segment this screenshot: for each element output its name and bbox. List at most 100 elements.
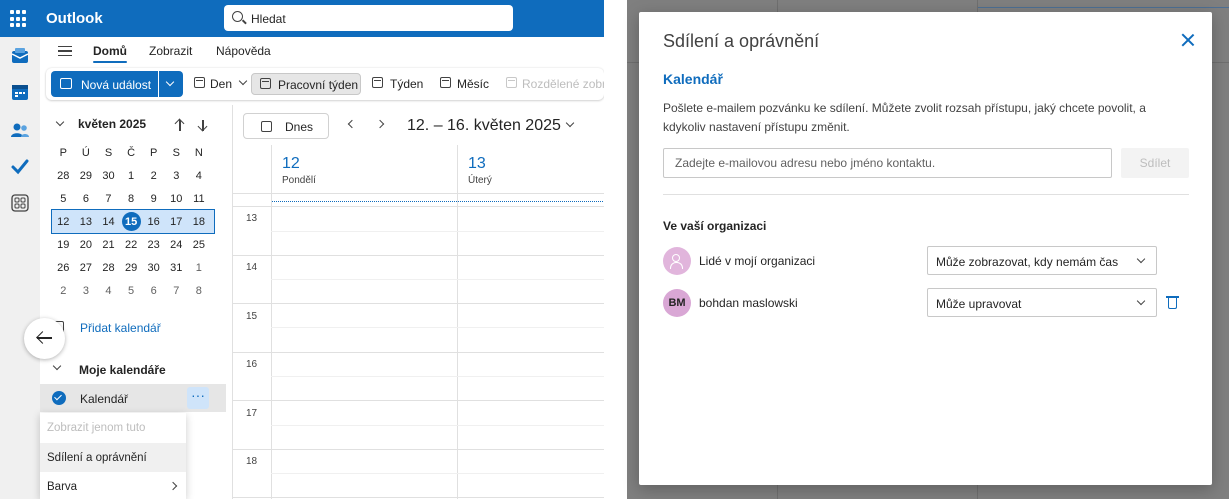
day-cell[interactable]: 1: [120, 170, 143, 182]
apps-icon[interactable]: [10, 193, 30, 213]
day-cell[interactable]: 25: [188, 239, 211, 251]
day-cell[interactable]: 2: [142, 170, 165, 182]
chevron-left-icon[interactable]: [347, 119, 357, 129]
today-cell[interactable]: 15: [120, 211, 143, 231]
more-options-button[interactable]: ···: [187, 387, 209, 409]
day-cell[interactable]: 8: [120, 193, 143, 205]
day-cell[interactable]: 31: [165, 262, 188, 274]
close-icon[interactable]: [1180, 32, 1196, 48]
menu-item-sharing-permissions[interactable]: Sdílení a oprávnění: [40, 443, 186, 472]
day-cell[interactable]: 6: [142, 285, 165, 297]
day-cell[interactable]: 8: [188, 285, 211, 297]
day-cell[interactable]: 3: [165, 170, 188, 182]
permission-select[interactable]: Může zobrazovat, kdy nemám čas: [927, 246, 1157, 275]
day-cell[interactable]: 9: [142, 193, 165, 205]
chevron-down-icon: [238, 76, 248, 86]
day-cell[interactable]: 21: [97, 239, 120, 251]
arrow-up-icon[interactable]: [175, 119, 185, 131]
day-cell[interactable]: 7: [165, 285, 188, 297]
day-cell[interactable]: 5: [52, 193, 75, 205]
day-cell[interactable]: 2: [52, 285, 75, 297]
permission-select[interactable]: Může upravovat: [927, 288, 1157, 317]
hamburger-icon[interactable]: [58, 46, 72, 56]
trash-icon[interactable]: [1166, 295, 1179, 310]
today-button[interactable]: Dnes: [243, 113, 329, 139]
day-cell[interactable]: 23: [142, 239, 165, 251]
app-launcher-icon[interactable]: [10, 10, 28, 28]
calendar-add-icon: [60, 78, 72, 89]
day-cell[interactable]: 10: [165, 193, 188, 205]
calendar-icon[interactable]: [10, 82, 30, 102]
weekday: P: [59, 146, 67, 159]
view-work-week-button[interactable]: Pracovní týden: [251, 73, 361, 95]
checkmark-icon[interactable]: [52, 391, 66, 405]
search-placeholder: Hledat: [251, 12, 286, 26]
day-cell[interactable]: 16: [142, 216, 165, 228]
day-cell[interactable]: 29: [75, 170, 98, 182]
todo-icon[interactable]: [10, 157, 30, 177]
day-cell[interactable]: 30: [142, 262, 165, 274]
arrow-down-icon[interactable]: [198, 119, 208, 131]
day-header[interactable]: 12 Pondělí: [271, 145, 457, 193]
day-cell[interactable]: 24: [165, 239, 188, 251]
chevron-right-icon[interactable]: [375, 119, 385, 129]
date-range-title[interactable]: 12. – 16. květen 2025: [407, 117, 561, 135]
tab-view[interactable]: Zobrazit: [149, 44, 192, 58]
email-field[interactable]: [664, 149, 1111, 177]
view-day-button[interactable]: Den: [194, 73, 250, 95]
people-icon[interactable]: [10, 120, 30, 140]
weekday: N: [194, 146, 203, 159]
day-cell[interactable]: 12: [52, 216, 75, 228]
new-event-dropdown[interactable]: [159, 71, 183, 97]
dialog-title: Sdílení a oprávnění: [663, 31, 820, 51]
weekday: P: [150, 146, 158, 159]
day-cell[interactable]: 4: [97, 285, 120, 297]
day-cell[interactable]: 3: [75, 285, 98, 297]
day-cell[interactable]: 30: [97, 170, 120, 182]
back-arrow-icon[interactable]: [24, 318, 65, 359]
separator: [604, 0, 627, 499]
search-box[interactable]: Hledat: [224, 5, 513, 31]
day-cell[interactable]: 18: [188, 216, 211, 228]
day-cell[interactable]: 28: [52, 170, 75, 182]
day-cell[interactable]: 5: [120, 285, 143, 297]
grid-line: [271, 193, 272, 499]
share-button[interactable]: Sdílet: [1121, 148, 1189, 178]
new-event-button[interactable]: Nová událost: [51, 71, 158, 97]
day-cell[interactable]: 4: [188, 170, 211, 182]
day-cell[interactable]: 22: [120, 239, 143, 251]
day-view-icon: [194, 77, 205, 88]
day-cell[interactable]: 14: [97, 216, 120, 228]
menu-item-color[interactable]: Barva: [40, 472, 186, 499]
day-cell[interactable]: 1: [188, 262, 211, 274]
day-cell[interactable]: 26: [52, 262, 75, 274]
chevron-down-icon: [52, 361, 62, 371]
tab-help[interactable]: Nápověda: [216, 44, 271, 58]
day-cell[interactable]: 6: [75, 193, 98, 205]
day-cell[interactable]: 20: [75, 239, 98, 251]
day-cell[interactable]: 29: [120, 262, 143, 274]
view-week-button[interactable]: Týden: [372, 73, 432, 95]
day-cell[interactable]: 7: [97, 193, 120, 205]
day-cell[interactable]: 19: [52, 239, 75, 251]
mail-icon[interactable]: [10, 46, 30, 66]
day-cell[interactable]: 11: [188, 193, 211, 205]
view-split-button[interactable]: Rozdělené zobrazení: [506, 73, 604, 95]
menu-item-show-only-this[interactable]: Zobrazit jenom tuto: [40, 413, 186, 442]
tab-home[interactable]: Domů: [93, 44, 127, 63]
day-cell[interactable]: 13: [75, 216, 98, 228]
day-cell[interactable]: 17: [165, 216, 188, 228]
chevron-down-icon[interactable]: [565, 118, 575, 128]
chevron-down-icon[interactable]: [55, 117, 65, 127]
day-name: Pondělí: [282, 175, 316, 186]
chevron-down-icon: [165, 77, 175, 87]
day-cell[interactable]: 28: [97, 262, 120, 274]
calendar-item[interactable]: Kalendář ···: [40, 384, 226, 412]
day-cell[interactable]: 27: [75, 262, 98, 274]
dialog-description: Pošlete e-mailem pozvánku ke sdílení. Mů…: [663, 101, 1146, 134]
app-rail: [0, 37, 40, 499]
week-row: 2 3 4 5 6 7 8: [52, 279, 214, 302]
top-bar: Outlook Hledat: [0, 0, 604, 37]
view-month-button[interactable]: Měsíc: [440, 73, 500, 95]
day-header[interactable]: 13 Úterý: [457, 145, 604, 193]
